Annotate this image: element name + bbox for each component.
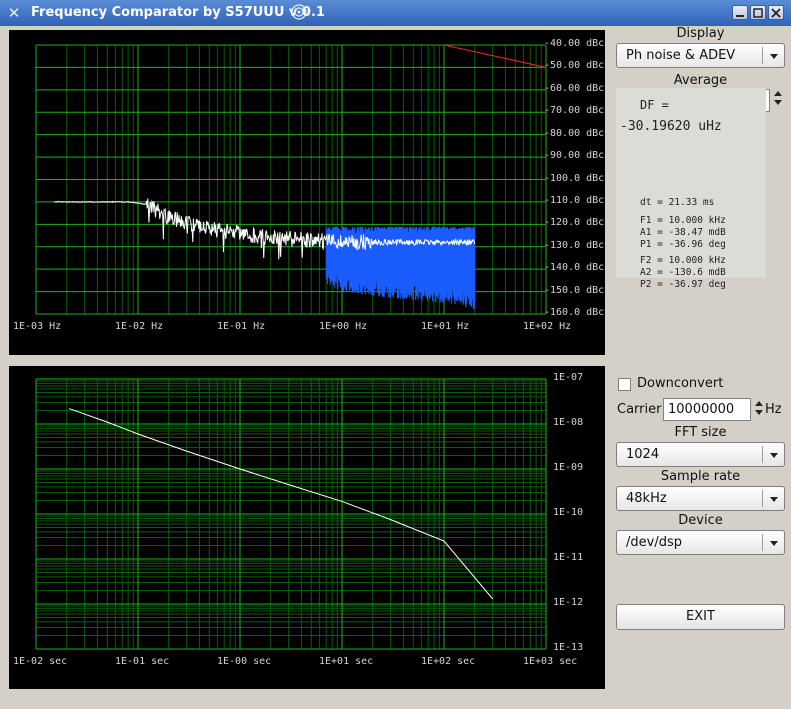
y-tick-label: 1E-13 bbox=[553, 642, 584, 653]
adev-chart bbox=[35, 378, 547, 650]
x-tick-label: 1E-01 sec bbox=[115, 656, 170, 667]
app-icon[interactable]: ✕ bbox=[5, 4, 23, 22]
x-tick-label: 1E+01 Hz bbox=[421, 321, 470, 332]
x-tick-label: 1E-01 Hz bbox=[217, 321, 266, 332]
fft-size-value: 1024 bbox=[626, 447, 660, 462]
y-tick-label: 1E-11 bbox=[553, 552, 584, 563]
y-tick-label: -80.00 dBc bbox=[544, 127, 605, 139]
y-tick-label: 1E-10 bbox=[553, 507, 584, 518]
spin-down-icon[interactable] bbox=[755, 410, 763, 415]
exit-button[interactable]: EXIT bbox=[616, 604, 785, 630]
x-tick-label: 1E-02 Hz bbox=[115, 321, 164, 332]
minimize-button[interactable] bbox=[732, 5, 748, 20]
y-tick-label: -40.00 dBc bbox=[544, 38, 605, 49]
a2-readout: A2 = -130.6 mdB bbox=[640, 267, 726, 278]
close-button[interactable] bbox=[768, 5, 784, 20]
adev-plot: 1E-07 1E-08 1E-09 1E-10 1E-11 1E-12 1E-13 1E-02… bbox=[9, 366, 605, 689]
fft-size-select[interactable]: 1024 bbox=[616, 442, 785, 467]
display-label: Display bbox=[676, 26, 725, 41]
y-tick-label: -130.0 dBc bbox=[544, 239, 605, 251]
x-tick-label: 1E+02 sec bbox=[421, 656, 476, 667]
y-tick-label: -120.0 dBc bbox=[544, 217, 605, 229]
status-panel: DF = -30.19620 uHz dt = 21.33 ms F1 = 10… bbox=[616, 88, 766, 290]
phase-noise-chart bbox=[35, 44, 547, 315]
swirl-icon bbox=[291, 4, 307, 20]
y-tick-label: -140.0 dBc bbox=[544, 262, 605, 274]
y-tick-label: -110.0 dBc bbox=[544, 194, 605, 206]
f2-readout: F2 = 10.000 kHz bbox=[640, 255, 726, 266]
p1-readout: P1 = -36.96 deg bbox=[640, 239, 726, 250]
y-tick-label: 1E-07 bbox=[553, 372, 584, 383]
y-tick-label: -60.00 dBc bbox=[544, 82, 605, 94]
y-tick-label: -150.0 dBc bbox=[544, 284, 605, 296]
carrier-stepper[interactable] bbox=[754, 401, 764, 417]
y-tick-label: 1E-08 bbox=[553, 417, 584, 428]
sample-rate-label: Sample rate bbox=[660, 469, 741, 484]
x-tick-label: 1E-02 sec bbox=[13, 656, 68, 667]
df-label: DF = bbox=[640, 98, 669, 112]
display-select[interactable]: Ph noise & ADEV bbox=[616, 43, 785, 68]
title-bar[interactable]: ✕ Frequency Comparator by S57UUU v 0.1 bbox=[0, 0, 791, 27]
sample-rate-value: 48kHz bbox=[626, 491, 667, 506]
downconvert-label: Downconvert bbox=[637, 376, 724, 391]
df-value: -30.19620 uHz bbox=[620, 119, 722, 134]
maximize-icon bbox=[753, 8, 763, 18]
y-tick-label: -70.00 dBc bbox=[544, 105, 605, 117]
y-tick-label: -50.00 dBc bbox=[544, 60, 605, 72]
f1-readout: F1 = 10.000 kHz bbox=[640, 215, 726, 226]
x-tick-label: 1E+03 sec bbox=[523, 656, 578, 667]
device-select[interactable]: /dev/dsp bbox=[616, 530, 785, 555]
y-tick-label: -90.00 dBc bbox=[544, 150, 605, 162]
average-label: Average bbox=[673, 73, 728, 88]
minimize-icon bbox=[736, 15, 744, 17]
close-icon bbox=[771, 8, 781, 18]
carrier-value: 10000000 bbox=[668, 402, 735, 417]
chevron-down-icon bbox=[770, 453, 778, 458]
y-tick-label: -160.0 dBc bbox=[544, 307, 605, 318]
chevron-down-icon bbox=[770, 54, 778, 59]
y-tick-label: -100.0 dBc bbox=[544, 172, 605, 184]
phase-noise-plot: -40.00 dBc -50.00 dBc -60.00 dBc -70.00 dBc… bbox=[9, 30, 605, 355]
plot-grid bbox=[35, 378, 547, 650]
chevron-down-icon bbox=[770, 541, 778, 546]
x-tick-label: 1E+00 Hz bbox=[319, 321, 368, 332]
chevron-down-icon bbox=[770, 497, 778, 502]
average-stepper[interactable] bbox=[773, 91, 783, 107]
device-label: Device bbox=[678, 513, 723, 528]
p2-readout: P2 = -36.97 deg bbox=[640, 279, 726, 290]
noise-floor-trace bbox=[325, 226, 476, 310]
dt-readout: dt = 21.33 ms bbox=[640, 197, 715, 208]
fft-size-label: FFT size bbox=[674, 425, 727, 440]
spin-up-icon[interactable] bbox=[755, 401, 763, 406]
x-tick-label: 1E+02 Hz bbox=[523, 321, 572, 332]
x-tick-label: 1E+01 sec bbox=[319, 656, 374, 667]
carrier-unit: Hz bbox=[765, 402, 782, 417]
display-value: Ph noise & ADEV bbox=[626, 48, 736, 63]
x-tick-label: 1E-03 Hz bbox=[13, 321, 62, 332]
maximize-button[interactable] bbox=[750, 5, 766, 20]
window-title: Frequency Comparator by S57UUU v 0.1 bbox=[31, 5, 325, 20]
spin-up-icon[interactable] bbox=[774, 91, 782, 96]
carrier-label: Carrier bbox=[617, 402, 662, 417]
sample-rate-select[interactable]: 48kHz bbox=[616, 486, 785, 511]
x-tick-label: 1E-00 sec bbox=[217, 656, 272, 667]
y-tick-label: 1E-09 bbox=[553, 462, 584, 473]
a1-readout: A1 = -38.47 mdB bbox=[640, 227, 726, 238]
carrier-input[interactable]: 10000000 bbox=[663, 398, 751, 421]
y-tick-label: 1E-12 bbox=[553, 597, 584, 608]
device-value: /dev/dsp bbox=[626, 535, 682, 550]
downconvert-checkbox[interactable] bbox=[618, 378, 631, 391]
spin-down-icon[interactable] bbox=[774, 100, 782, 105]
